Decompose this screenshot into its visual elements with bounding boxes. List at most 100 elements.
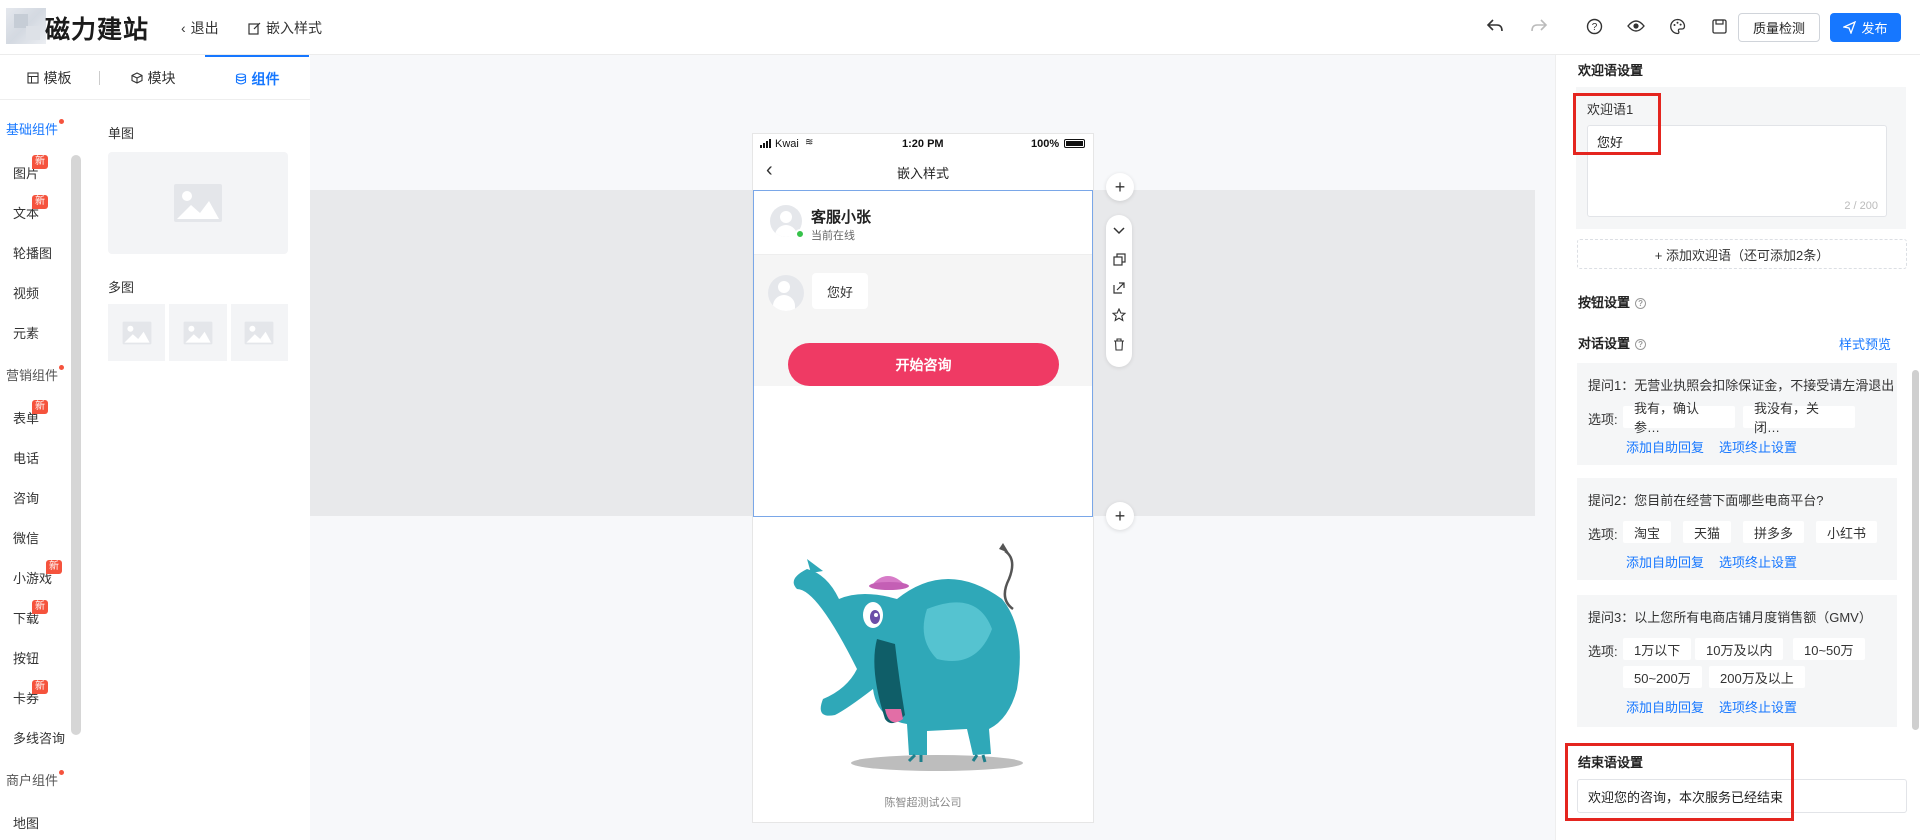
category-multiline-consult[interactable]: 多线咨询	[0, 728, 72, 747]
tab-divider	[99, 71, 100, 85]
add-auto-reply-link[interactable]: 添加自助回复	[1626, 437, 1704, 456]
consult-component-selected[interactable]: 客服小张 当前在线 您好 开始咨询	[753, 190, 1093, 517]
option-chip[interactable]: 我没有，关闭…	[1743, 401, 1855, 435]
category-coupon[interactable]: 卡券新	[0, 680, 72, 707]
single-image-component[interactable]	[108, 152, 288, 254]
option-chip[interactable]: 拼多多	[1743, 521, 1805, 543]
category-carousel[interactable]: 轮播图	[0, 243, 72, 262]
new-badge: 新	[32, 400, 48, 414]
option-chip[interactable]: 小红书	[1816, 521, 1878, 543]
multi-image-cell	[230, 304, 288, 361]
quality-check-button[interactable]: 质量检测	[1738, 13, 1820, 42]
category-merchant[interactable]: 商户组件	[0, 770, 72, 789]
category-marketing[interactable]: 营销组件	[0, 365, 72, 384]
undo-icon[interactable]	[1484, 15, 1506, 37]
category-image[interactable]: 图片新	[0, 155, 72, 182]
preview-eye-icon[interactable]	[1625, 15, 1647, 37]
new-badge: 新	[46, 560, 62, 574]
back-arrow-icon[interactable]: ‹	[766, 159, 773, 182]
category-phone[interactable]: 电话	[0, 448, 72, 467]
settings-panel: 欢迎语设置 欢迎语1 您好 2 / 200 + 添加欢迎语（还可添加2条） 按钮…	[1555, 55, 1920, 840]
option-chip[interactable]: 天猫	[1683, 521, 1732, 543]
phone-nav-title: 嵌入样式	[896, 165, 949, 181]
edit-icon	[248, 22, 261, 35]
option-end-settings-link[interactable]: 选项终止设置	[1719, 697, 1797, 716]
category-map[interactable]: 地图	[0, 813, 72, 832]
image-placeholder-icon	[122, 321, 152, 344]
tab-templates[interactable]: 模板	[0, 55, 98, 100]
move-down-icon[interactable]	[1111, 223, 1127, 239]
option-chip[interactable]: 200万及以上	[1709, 666, 1805, 688]
option-chip[interactable]: 10万及以内	[1695, 638, 1784, 660]
logo-icon	[6, 8, 46, 44]
option-end-settings-link[interactable]: 选项终止设置	[1719, 552, 1797, 571]
left-scrollbar[interactable]	[71, 155, 81, 735]
multi-image-component[interactable]	[108, 304, 288, 361]
category-download[interactable]: 下载新	[0, 600, 72, 627]
option-chip[interactable]: 50~200万	[1623, 666, 1702, 688]
add-auto-reply-link[interactable]: 添加自助回复	[1626, 697, 1704, 716]
multi-image-cell	[169, 304, 227, 361]
image-placeholder-icon	[244, 321, 274, 344]
embed-style-button[interactable]: 嵌入样式	[248, 18, 322, 38]
multi-image-title: 多图	[108, 280, 135, 295]
left-panel: 模板 模块 组件 基础组件 图片新 文本新 轮播图 视频 元素 营销组件 表单新…	[0, 55, 310, 840]
single-image-title: 单图	[108, 126, 135, 141]
multi-image-cell	[108, 304, 166, 361]
add-welcome-button[interactable]: + 添加欢迎语（还可添加2条）	[1577, 239, 1907, 269]
red-dot-icon	[59, 365, 64, 370]
category-element[interactable]: 元素	[0, 323, 72, 342]
database-icon	[235, 72, 246, 84]
embed-style-label: 嵌入样式	[266, 20, 322, 36]
agent-name: 客服小张	[811, 209, 872, 226]
trash-icon[interactable]	[1111, 336, 1127, 352]
option-end-settings-link[interactable]: 选项终止设置	[1719, 437, 1797, 456]
export-icon[interactable]	[1111, 279, 1127, 295]
add-auto-reply-link[interactable]: 添加自助回复	[1626, 552, 1704, 571]
tab-templates-label: 模板	[43, 69, 72, 86]
category-basic[interactable]: 基础组件	[0, 119, 72, 138]
svg-text:?: ?	[1591, 22, 1597, 33]
style-preview-link[interactable]: 样式预览	[1839, 334, 1891, 353]
option-chip[interactable]: 我有，确认参…	[1623, 401, 1735, 435]
right-scrollbar[interactable]	[1912, 370, 1919, 730]
palette-icon[interactable]	[1666, 15, 1688, 37]
add-above-button[interactable]: +	[1106, 173, 1134, 201]
publish-button[interactable]: 发布	[1830, 13, 1901, 42]
char-count: 2 / 200	[1844, 200, 1878, 212]
exit-label: 退出	[190, 20, 219, 36]
status-bar: Kwai ≋ 1:20 PM 100%	[753, 134, 1093, 154]
add-below-button[interactable]: +	[1106, 502, 1134, 530]
option-chip[interactable]: 10~50万	[1793, 638, 1865, 660]
category-form[interactable]: 表单新	[0, 400, 72, 427]
category-consult[interactable]: 咨询	[0, 488, 72, 507]
tab-modules[interactable]: 模块	[104, 55, 202, 100]
help-icon[interactable]: ?	[1583, 15, 1605, 37]
start-consult-button[interactable]: 开始咨询	[788, 343, 1059, 386]
option-chip[interactable]: 1万以下	[1623, 638, 1692, 660]
clock-label: 1:20 PM	[902, 138, 944, 150]
category-minigame[interactable]: 小游戏新	[0, 560, 72, 587]
brand-name: 磁力建站	[45, 16, 150, 44]
agent-header: 客服小张 当前在线	[754, 191, 1092, 255]
tab-components[interactable]: 组件	[205, 55, 309, 100]
category-text[interactable]: 文本新	[0, 195, 72, 222]
publish-label: 发布	[1861, 21, 1888, 36]
question-card-1: 提问1：无营业执照会扣除保证金，不接受请左滑退出 选项: 我有，确认参… 我没有…	[1577, 363, 1897, 465]
category-video[interactable]: 视频	[0, 283, 72, 302]
redo-icon[interactable]	[1528, 15, 1550, 37]
company-footer: 陈智超测试公司	[884, 797, 962, 809]
chat-area: 您好 开始咨询	[754, 255, 1092, 386]
category-list: 基础组件 图片新 文本新 轮播图 视频 元素 营销组件 表单新 电话 咨询 微信…	[0, 100, 72, 840]
category-button[interactable]: 按钮	[0, 648, 72, 667]
chevron-left-icon: ‹	[181, 20, 186, 36]
options-label: 选项:	[1588, 412, 1618, 427]
save-icon[interactable]	[1708, 15, 1730, 37]
exit-button[interactable]: ‹ 退出	[181, 18, 219, 38]
star-icon[interactable]	[1111, 307, 1127, 323]
phone-nav-bar: ‹ 嵌入样式	[753, 154, 1093, 190]
category-wechat[interactable]: 微信	[0, 528, 72, 547]
option-chip[interactable]: 淘宝	[1623, 521, 1672, 543]
copy-icon[interactable]	[1111, 251, 1127, 267]
dialog-settings-title: 对话设置?	[1578, 333, 1647, 352]
